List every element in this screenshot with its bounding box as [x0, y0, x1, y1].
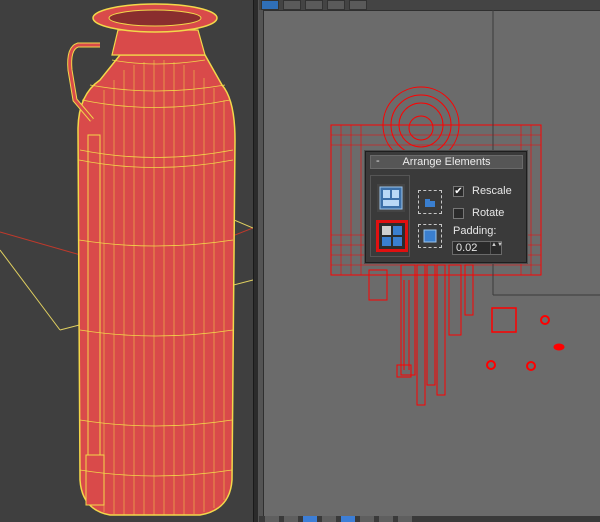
rotate-checkbox[interactable]: [453, 208, 464, 219]
pack-grid-icon: [423, 229, 437, 243]
extinguisher-mesh: [0, 3, 253, 516]
perspective-viewport[interactable]: [0, 0, 253, 522]
tool-5-icon[interactable]: [341, 516, 355, 522]
select-poly-icon[interactable]: [305, 0, 323, 10]
select-edge-icon[interactable]: [283, 0, 301, 10]
panel-title: Arrange Elements: [402, 156, 491, 168]
tool-7-icon[interactable]: [379, 516, 393, 522]
move-icon[interactable]: [327, 0, 345, 10]
pack-normalize-button[interactable]: [377, 184, 405, 212]
padding-label: Padding:: [453, 225, 497, 237]
pack-custom-button[interactable]: [376, 220, 408, 252]
arrange-tool-group: [370, 175, 410, 257]
tool-8-icon[interactable]: [398, 516, 412, 522]
tool-6-icon[interactable]: [360, 516, 374, 522]
pack-normalize-icon: [379, 186, 403, 210]
pack-together-button[interactable]: [418, 190, 442, 214]
pack-grid-button[interactable]: [418, 224, 442, 248]
padding-spinner[interactable]: 0.02 ▲▼: [452, 241, 503, 255]
tool-1-icon[interactable]: [265, 516, 279, 522]
freeform-icon[interactable]: [349, 0, 367, 10]
uv-bottom-toolbar: [259, 516, 600, 522]
rescale-checkbox[interactable]: ✔: [453, 186, 464, 197]
tool-3-icon[interactable]: [303, 516, 317, 522]
select-vertex-icon[interactable]: [261, 0, 279, 10]
arrange-elements-panel: - Arrange Elements ✔ Rescale Rotate Padd…: [365, 151, 527, 263]
rollout-header[interactable]: - Arrange Elements: [370, 155, 523, 169]
uv-toolbar: [259, 0, 600, 10]
padding-value[interactable]: 0.02: [456, 242, 477, 254]
rotate-label: Rotate: [472, 207, 505, 219]
tool-4-icon[interactable]: [322, 516, 336, 522]
rescale-label: Rescale: [472, 185, 512, 197]
spinner-arrows-icon[interactable]: ▲▼: [490, 242, 503, 254]
pack-custom-icon: [382, 226, 402, 246]
pack-together-icon: [425, 199, 435, 207]
tool-2-icon[interactable]: [284, 516, 298, 522]
